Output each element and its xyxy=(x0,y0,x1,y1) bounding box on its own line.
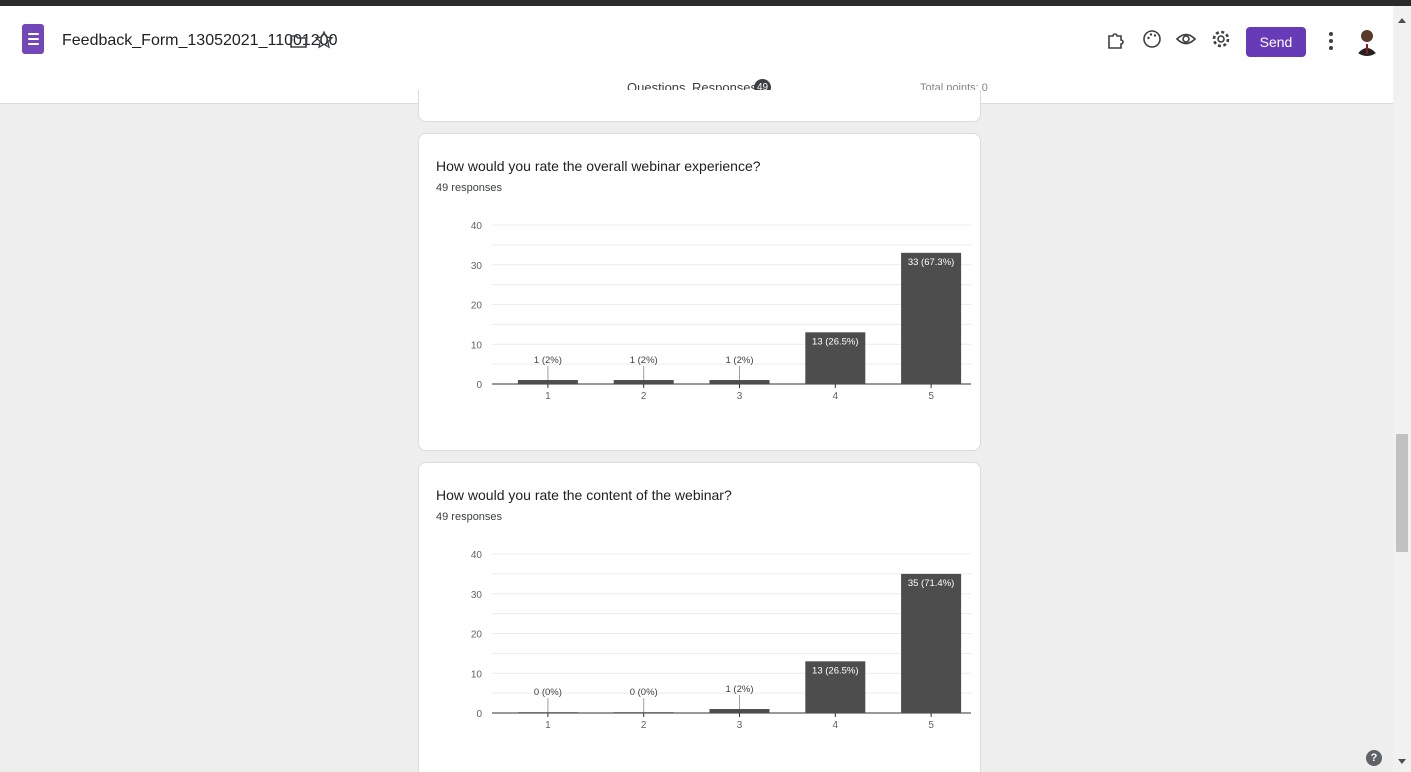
y-tick-label: 20 xyxy=(471,630,483,641)
y-tick-label: 10 xyxy=(471,669,483,680)
x-tick-label: 1 xyxy=(545,391,551,402)
bar xyxy=(613,380,674,384)
data-label: 13 (26.5%) xyxy=(812,336,858,347)
data-label: 1 (2%) xyxy=(726,684,754,695)
x-tick-label: 3 xyxy=(737,391,743,402)
x-tick-label: 2 xyxy=(641,720,647,731)
folder-icon[interactable] xyxy=(290,34,307,48)
bar-chart: 0 10 20 30 40 1 (2%) 1 1 (2%) 2 1 (2%) 3 13 (26.5%)… xyxy=(471,221,971,402)
more-vert-icon[interactable] xyxy=(1328,30,1334,52)
scroll-down-icon[interactable] xyxy=(1397,758,1407,766)
bar xyxy=(901,573,962,713)
settings-gear-icon[interactable] xyxy=(1210,28,1232,50)
data-label: 1 (2%) xyxy=(534,355,562,366)
y-tick-label: 40 xyxy=(471,221,483,232)
data-label: 1 (2%) xyxy=(726,355,754,366)
help-icon[interactable]: ? xyxy=(1366,750,1382,766)
y-tick-label: 40 xyxy=(471,550,483,561)
bar xyxy=(709,709,770,713)
y-tick-label: 30 xyxy=(471,261,483,272)
y-tick-label: 20 xyxy=(471,301,483,312)
question-card: How would you rate the content of the we… xyxy=(418,462,981,772)
data-label: 1 (2%) xyxy=(630,355,658,366)
avatar[interactable] xyxy=(1352,26,1382,56)
star-icon[interactable] xyxy=(314,30,334,50)
question-card: How would you rate the overall webinar e… xyxy=(418,133,981,451)
scroll-thumb[interactable] xyxy=(1396,434,1408,552)
x-tick-label: 4 xyxy=(833,391,839,402)
y-tick-label: 0 xyxy=(476,709,482,720)
bar xyxy=(517,712,578,713)
bar xyxy=(613,712,674,713)
data-label: 0 (0%) xyxy=(534,687,562,698)
bar-chart: 0 10 20 30 40 0 (0%) 1 0 (0%) 2 1 (2%) 3 13 (26.5%)… xyxy=(471,550,971,731)
y-tick-label: 30 xyxy=(471,590,483,601)
bar xyxy=(709,380,770,384)
send-button[interactable]: Send xyxy=(1246,27,1306,57)
page-scrollbar[interactable] xyxy=(1393,6,1411,772)
y-tick-label: 10 xyxy=(471,340,483,351)
x-tick-label: 2 xyxy=(641,391,647,402)
bar xyxy=(517,380,578,384)
previous-question-card xyxy=(418,90,981,122)
addons-icon[interactable] xyxy=(1105,28,1127,50)
x-tick-label: 1 xyxy=(545,720,551,731)
bar xyxy=(901,252,962,384)
data-label: 0 (0%) xyxy=(630,687,658,698)
y-tick-label: 0 xyxy=(476,380,482,391)
forms-logo-icon[interactable] xyxy=(22,24,44,54)
palette-icon[interactable] xyxy=(1141,28,1163,50)
data-label: 13 (26.5%) xyxy=(812,665,858,676)
data-label: 33 (67.3%) xyxy=(908,257,954,268)
x-tick-label: 4 xyxy=(833,720,839,731)
x-tick-label: 3 xyxy=(737,720,743,731)
scroll-up-icon[interactable] xyxy=(1397,16,1407,24)
preview-eye-icon[interactable] xyxy=(1175,28,1197,50)
x-tick-label: 5 xyxy=(928,720,934,731)
x-tick-label: 5 xyxy=(928,391,934,402)
data-label: 35 (71.4%) xyxy=(908,578,954,589)
